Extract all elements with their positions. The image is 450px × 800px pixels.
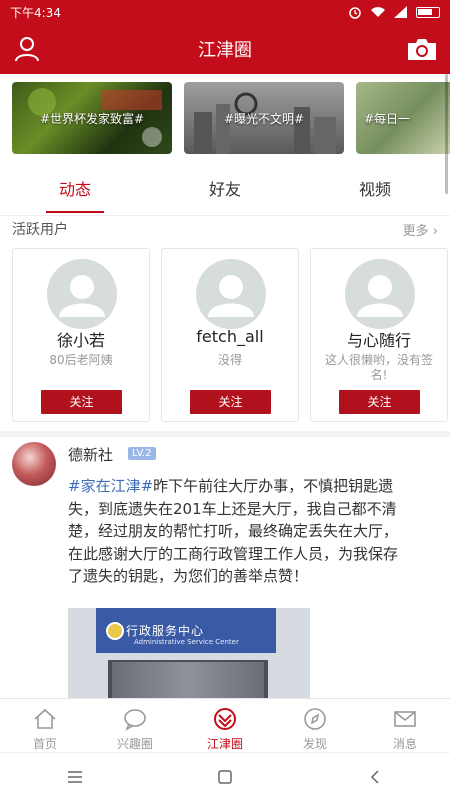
back-icon bbox=[370, 769, 379, 784]
signal-icon bbox=[394, 6, 407, 18]
post-author-name[interactable]: 德新社 bbox=[68, 444, 113, 465]
user-card[interactable]: 徐小若 80后老阿姨 关注 bbox=[12, 248, 150, 422]
building-sign: 行政服务中心 Administrative Service Center bbox=[96, 608, 276, 653]
user-name: 徐小若 bbox=[56, 331, 105, 350]
nav-label: 发现 bbox=[302, 737, 327, 751]
more-link[interactable]: 更多 › bbox=[403, 220, 438, 239]
menu-icon bbox=[68, 770, 82, 783]
user-signature: 这人很懒哟，没有签名! bbox=[324, 353, 433, 382]
title-bar: 江津圈 bbox=[0, 24, 450, 74]
nav-label: 江津圈 bbox=[206, 737, 243, 751]
avatar[interactable] bbox=[345, 259, 415, 329]
mail-icon bbox=[394, 711, 416, 727]
square-icon bbox=[218, 769, 232, 784]
page-title: 江津圈 bbox=[198, 40, 252, 61]
chat-bubble-icon bbox=[124, 709, 146, 731]
post-hashtag[interactable]: #家在江津# bbox=[68, 477, 153, 495]
avatar[interactable] bbox=[196, 259, 266, 329]
sign-main-text: 行政服务中心 bbox=[126, 624, 205, 638]
tab-videos[interactable]: 视频 bbox=[300, 170, 450, 215]
home-icon bbox=[34, 708, 56, 729]
post-image[interactable]: 行政服务中心 Administrative Service Center bbox=[68, 608, 310, 700]
follow-button[interactable]: 关注 bbox=[41, 390, 122, 414]
battery-icon bbox=[416, 6, 440, 18]
door-glass bbox=[112, 662, 264, 698]
topic-banner-carousel[interactable]: #世界杯发家致富# #曝光不文明# #每日一 bbox=[12, 82, 450, 157]
bottom-nav: 首页 兴趣圈 江津圈 发现 消息 bbox=[0, 698, 450, 752]
nav-home[interactable]: 首页 bbox=[0, 699, 90, 753]
more-label: 更多 bbox=[402, 223, 429, 239]
topic-banner[interactable]: #每日一 bbox=[356, 82, 450, 154]
post-content[interactable]: #家在江津#昨下午前往大厅办事，不慎把钥匙遗失，到底遗失在201车上还是大厅，我… bbox=[68, 475, 408, 588]
user-card[interactable]: fetch_all 没得 关注 bbox=[161, 248, 299, 422]
sign-sub-text: Administrative Service Center bbox=[134, 638, 239, 646]
user-signature: 没得 bbox=[217, 353, 242, 367]
active-users-header: 活跃用户 更多 › bbox=[12, 218, 438, 240]
menu-button[interactable] bbox=[55, 757, 95, 797]
home-button[interactable] bbox=[205, 757, 245, 797]
chevron-right-icon: › bbox=[432, 223, 438, 239]
level-badge: LV.2 bbox=[128, 447, 156, 460]
camera-icon[interactable] bbox=[406, 37, 438, 61]
sign-logo bbox=[106, 622, 124, 640]
default-avatar-icon bbox=[208, 275, 254, 317]
default-avatar-icon bbox=[357, 275, 403, 317]
status-icons bbox=[348, 5, 440, 19]
follow-button[interactable]: 关注 bbox=[339, 390, 420, 414]
nav-label: 兴趣圈 bbox=[116, 737, 153, 751]
feed-tabs: 动态 好友 视频 bbox=[0, 170, 450, 215]
user-profile-icon[interactable] bbox=[14, 36, 40, 62]
wifi-icon bbox=[371, 7, 385, 17]
post-author-avatar[interactable] bbox=[12, 442, 56, 486]
nav-interest-circle[interactable]: 兴趣圈 bbox=[90, 699, 180, 753]
user-card[interactable]: 与心随行 这人很懒哟，没有签名! 关注 bbox=[310, 248, 448, 422]
status-time: 下午4:34 bbox=[10, 5, 61, 20]
follow-button[interactable]: 关注 bbox=[190, 390, 271, 414]
user-name: 与心随行 bbox=[346, 331, 411, 350]
system-nav-bar bbox=[0, 752, 450, 800]
tab-friends[interactable]: 好友 bbox=[150, 170, 300, 215]
user-signature: 80后老阿姨 bbox=[49, 353, 113, 367]
scrollbar[interactable] bbox=[445, 74, 448, 194]
section-title: 活跃用户 bbox=[12, 222, 68, 238]
nav-discover[interactable]: 发现 bbox=[270, 699, 360, 753]
compass-icon bbox=[304, 708, 326, 730]
circle-logo-icon bbox=[214, 708, 236, 730]
nav-label: 消息 bbox=[392, 737, 417, 751]
topic-banner[interactable]: #曝光不文明# bbox=[184, 82, 344, 154]
section-separator bbox=[0, 431, 450, 437]
nav-label: 首页 bbox=[32, 737, 57, 751]
status-bar: 下午4:34 bbox=[0, 0, 450, 24]
alarm-icon bbox=[349, 7, 361, 19]
divider bbox=[0, 215, 450, 216]
nav-messages[interactable]: 消息 bbox=[360, 699, 450, 753]
avatar[interactable] bbox=[47, 259, 117, 329]
banner-label: #每日一 bbox=[364, 111, 411, 126]
banner-label: #世界杯发家致富# bbox=[39, 111, 145, 126]
back-button[interactable] bbox=[355, 757, 395, 797]
banner-label: #曝光不文明# bbox=[223, 111, 305, 126]
default-avatar-icon bbox=[59, 275, 105, 317]
user-name: fetch_all bbox=[196, 327, 264, 346]
nav-jiangjin-circle[interactable]: 江津圈 bbox=[180, 699, 270, 753]
tab-dynamic[interactable]: 动态 bbox=[0, 170, 150, 215]
topic-banner[interactable]: #世界杯发家致富# bbox=[12, 82, 172, 154]
